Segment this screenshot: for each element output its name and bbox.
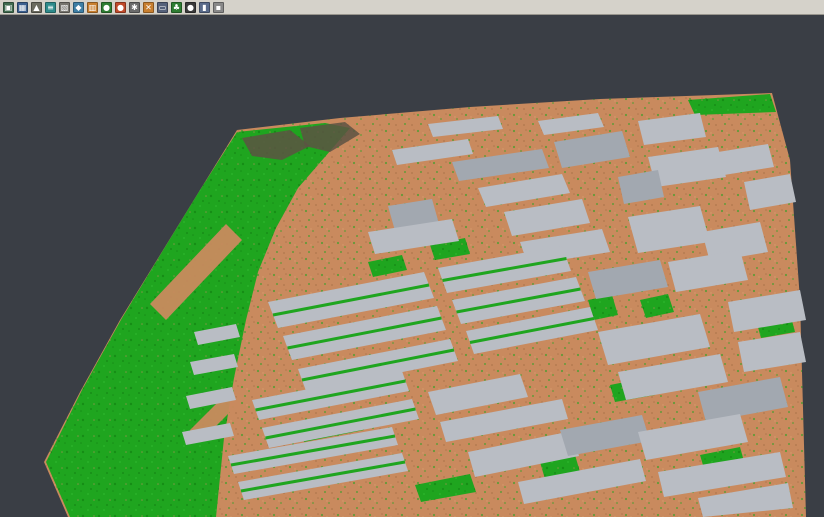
- measure-icon[interactable]: ▭: [157, 2, 168, 13]
- viewport-3d[interactable]: [0, 0, 824, 517]
- palette-icon[interactable]: ▧: [59, 2, 70, 13]
- toolbar-icons: ▣▦▲≡▧◆▥●●✱✕▭♣●▮▪: [3, 2, 224, 13]
- import-cloud-icon[interactable]: ▦: [17, 2, 28, 13]
- sphere-icon[interactable]: ●: [185, 2, 196, 13]
- open-project-icon[interactable]: ▣: [3, 2, 14, 13]
- mesh-icon[interactable]: ◆: [73, 2, 84, 13]
- settings-gear-icon[interactable]: ✱: [129, 2, 140, 13]
- scene-svg: [0, 0, 824, 517]
- record-icon[interactable]: ●: [115, 2, 126, 13]
- terrain-icon[interactable]: ▲: [31, 2, 42, 13]
- layers-icon[interactable]: ≡: [45, 2, 56, 13]
- info-icon[interactable]: ▪: [213, 2, 224, 13]
- ortho-view-icon[interactable]: ▥: [87, 2, 98, 13]
- histogram-icon[interactable]: ▮: [199, 2, 210, 13]
- toolbar: ▣▦▲≡▧◆▥●●✱✕▭♣●▮▪: [0, 0, 824, 15]
- globe-icon[interactable]: ●: [101, 2, 112, 13]
- vegetation-icon[interactable]: ♣: [171, 2, 182, 13]
- close-tool-icon[interactable]: ✕: [143, 2, 154, 13]
